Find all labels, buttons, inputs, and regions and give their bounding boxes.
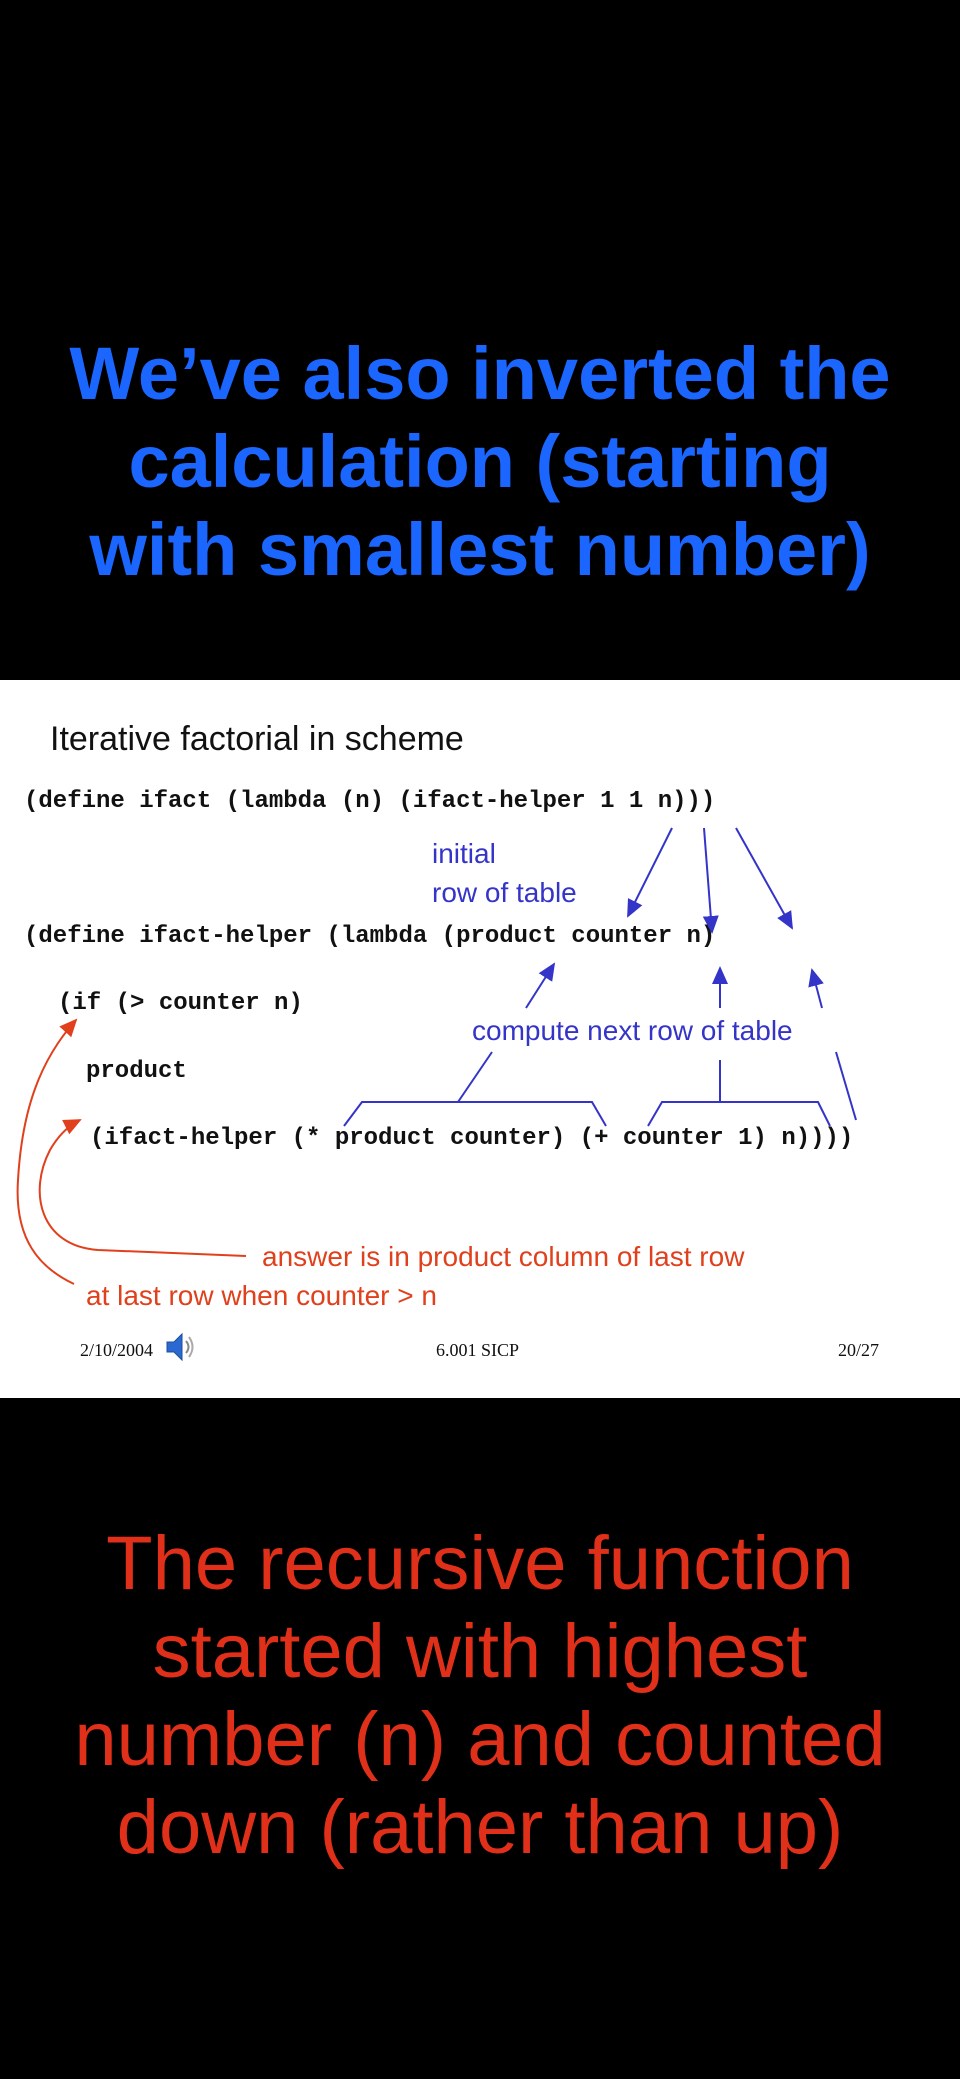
- header-line-1: We’ve also inverted the: [69, 332, 891, 415]
- footer-course: 6.001 SICP: [436, 1340, 520, 1360]
- header-line-3: with smallest number): [89, 508, 871, 591]
- footer-date: 2/10/2004: [80, 1340, 154, 1360]
- arrow-answer: [38, 1119, 247, 1257]
- arrow-to-counter: [702, 827, 719, 934]
- arrow-last-row: [16, 1018, 78, 1285]
- arrow-up-n: [808, 968, 824, 1009]
- bottom-text: The recursive function started with high…: [0, 1520, 960, 1872]
- footer-page: 20/27: [838, 1340, 880, 1360]
- arrow-to-product: [627, 827, 673, 918]
- header-text: We’ve also inverted the calculation (sta…: [0, 330, 960, 594]
- bottom-line-3: number (n) and counted: [74, 1697, 886, 1782]
- lecture-slide: Iterative factorial in scheme (define if…: [0, 680, 960, 1398]
- arrow-to-n: [735, 827, 793, 930]
- bracket-counter-plus-1: [647, 1101, 831, 1127]
- arrow-up-product: [525, 962, 556, 1009]
- annotation-arrows: [16, 827, 857, 1285]
- bottom-line-4: down (rather than up): [116, 1785, 844, 1870]
- bottom-line-1: The recursive function: [106, 1521, 854, 1606]
- bottom-line-2: started with highest: [152, 1609, 808, 1694]
- bracket-product-counter: [343, 1101, 607, 1127]
- header-line-2: calculation (starting: [128, 420, 832, 503]
